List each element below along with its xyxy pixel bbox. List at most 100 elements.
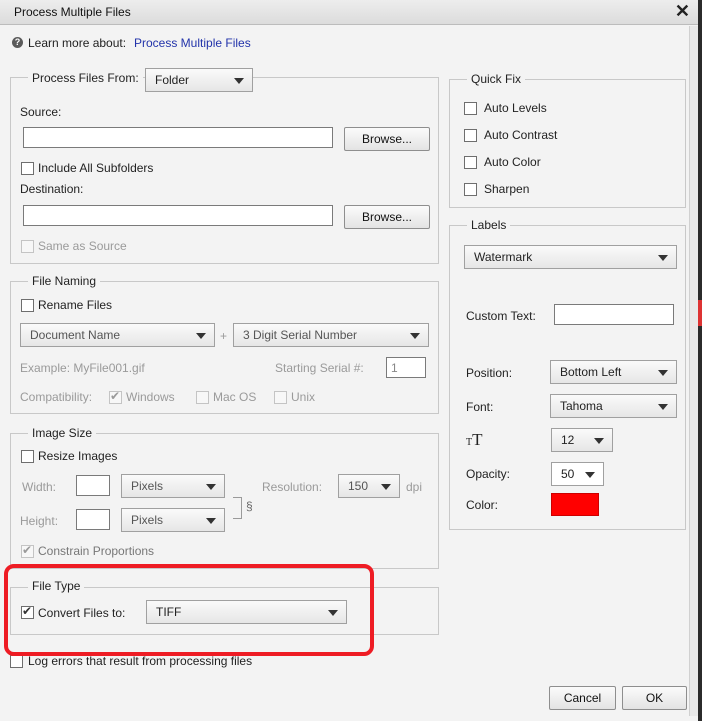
font-label: Font: [466, 400, 494, 414]
browse-label: Browse... [361, 210, 412, 224]
width-unit-value: Pixels [131, 479, 164, 493]
source-browse-button[interactable]: Browse... [344, 127, 430, 151]
font-size-value: 12 [561, 433, 575, 447]
font-select[interactable]: Tahoma [550, 394, 677, 418]
color-label: Color: [466, 498, 499, 512]
starting-serial-input[interactable] [386, 357, 426, 378]
help-icon: ? [12, 37, 23, 48]
destination-label: Destination: [20, 182, 84, 196]
starting-serial-label: Starting Serial #: [275, 361, 364, 375]
chevron-down-icon [658, 404, 668, 410]
log-errors-label: Log errors that result from processing f… [28, 654, 253, 668]
help-prefix: Learn more about: [28, 36, 127, 50]
resolution-unit: dpi [406, 480, 423, 494]
constrain-proportions-checkbox[interactable] [21, 543, 34, 558]
plus-sign: + [220, 329, 228, 343]
serial-format-value: 3 Digit Serial Number [243, 328, 358, 342]
unix-label: Unix [291, 390, 316, 404]
auto-levels-label: Auto Levels [484, 101, 547, 115]
serial-format-select[interactable]: 3 Digit Serial Number [233, 323, 429, 347]
unix-checkbox[interactable] [274, 391, 287, 404]
chain-link-icon: § [246, 499, 253, 513]
cancel-label: Cancel [563, 691, 602, 705]
rename-files-checkbox[interactable] [21, 299, 34, 312]
label-type-select[interactable]: Watermark [464, 245, 677, 269]
font-size-icon-glyph: T [472, 430, 483, 449]
destination-browse-button[interactable]: Browse... [344, 205, 430, 229]
include-subfolders-checkbox[interactable] [21, 162, 34, 175]
compatibility-label: Compatibility: [20, 390, 93, 404]
chevron-down-icon [381, 484, 391, 490]
font-size-icon: TT [466, 430, 483, 449]
sharpen-checkbox[interactable] [464, 183, 477, 196]
auto-color-label: Auto Color [484, 155, 541, 169]
annotation-highlight-box [4, 564, 374, 656]
include-subfolders-label: Include All Subfolders [38, 161, 154, 175]
example-label: Example: MyFile001.gif [20, 361, 145, 375]
resize-images-checkbox[interactable] [21, 450, 34, 463]
destination-input[interactable] [23, 205, 333, 226]
auto-levels-checkbox[interactable] [464, 102, 477, 115]
same-as-source-checkbox[interactable] [21, 240, 34, 253]
close-icon[interactable]: ✕ [675, 1, 690, 22]
auto-contrast-checkbox[interactable] [464, 129, 477, 142]
font-size-select[interactable]: 12 [551, 428, 613, 452]
background-strip [698, 0, 702, 721]
resolution-value: 150 [348, 479, 369, 493]
windows-label: Windows [126, 390, 175, 404]
constrain-proportions-label: Constrain Proportions [38, 544, 155, 558]
source-input[interactable] [23, 127, 333, 148]
height-input[interactable] [76, 509, 110, 530]
height-unit-value: Pixels [131, 513, 164, 527]
width-unit-select[interactable]: Pixels [121, 474, 225, 498]
background-red-mark [698, 300, 702, 326]
cancel-button[interactable]: Cancel [549, 686, 616, 710]
ok-label: OK [645, 691, 664, 705]
opacity-value: 50 [561, 467, 575, 481]
label-type-value: Watermark [474, 250, 533, 264]
position-value: Bottom Left [560, 365, 622, 379]
resolution-select[interactable]: 150 [338, 474, 400, 498]
process-from-value: Folder [155, 73, 190, 87]
custom-text-input[interactable] [554, 304, 674, 325]
chevron-down-icon [234, 78, 244, 84]
auto-color-checkbox[interactable] [464, 156, 477, 169]
position-select[interactable]: Bottom Left [550, 360, 677, 384]
browse-label: Browse... [361, 132, 412, 146]
link-bracket [233, 497, 242, 519]
sharpen-label: Sharpen [484, 182, 530, 196]
color-swatch[interactable] [551, 493, 599, 516]
process-multiple-files-dialog: Process Multiple Files ✕ ? Learn more ab… [0, 0, 699, 721]
ok-button[interactable]: OK [622, 686, 687, 710]
help-link[interactable]: Process Multiple Files [134, 36, 251, 50]
process-from-label: Process Files From: [28, 71, 143, 85]
chevron-down-icon [585, 472, 595, 478]
quick-fix-title: Quick Fix [467, 72, 526, 86]
macos-checkbox[interactable] [196, 391, 209, 404]
name-format-select[interactable]: Document Name [20, 323, 215, 347]
chevron-down-icon [658, 370, 668, 376]
name-format-value: Document Name [30, 328, 121, 342]
resolution-label: Resolution: [262, 480, 323, 494]
opacity-select[interactable]: 50 [551, 462, 604, 486]
source-label: Source: [20, 105, 62, 119]
chevron-down-icon [196, 333, 206, 339]
chevron-down-icon [206, 484, 216, 490]
position-label: Position: [466, 366, 513, 380]
title-bar: Process Multiple Files ✕ [0, 0, 698, 25]
auto-contrast-label: Auto Contrast [484, 128, 558, 142]
chevron-down-icon [658, 255, 668, 261]
chevron-down-icon [206, 518, 216, 524]
chevron-down-icon [410, 333, 420, 339]
opacity-label: Opacity: [466, 467, 511, 481]
scrollbar[interactable] [689, 26, 698, 716]
chevron-down-icon [594, 438, 604, 444]
width-input[interactable] [76, 475, 110, 496]
height-unit-select[interactable]: Pixels [121, 508, 225, 532]
windows-checkbox[interactable] [109, 389, 122, 404]
image-size-title: Image Size [28, 426, 97, 440]
font-value: Tahoma [560, 399, 603, 413]
process-from-select[interactable]: Folder [145, 68, 253, 92]
dialog-title: Process Multiple Files [14, 5, 131, 19]
log-errors-checkbox[interactable] [10, 655, 23, 668]
